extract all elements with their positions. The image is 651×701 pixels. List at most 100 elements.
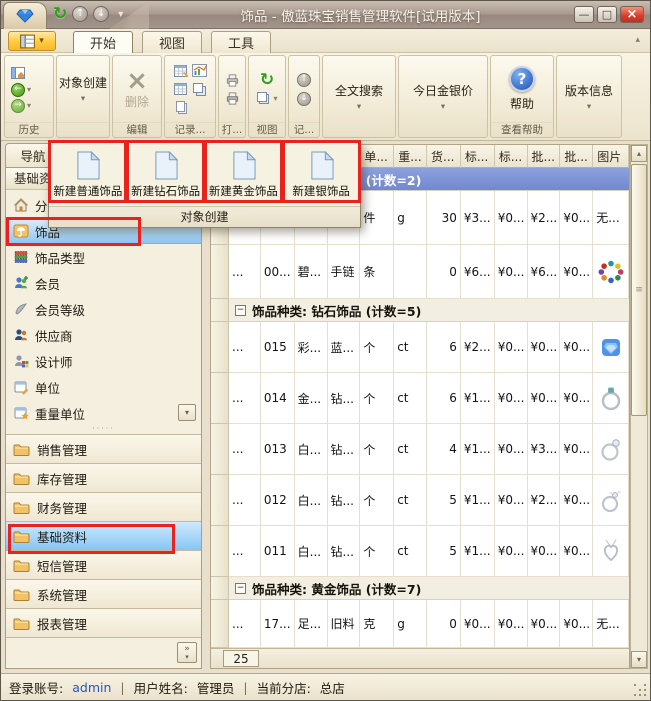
sidebar-splitter[interactable]: ····· (6, 426, 201, 434)
sidebar-group-sms[interactable]: 短信管理 (6, 550, 201, 579)
tab-view[interactable]: 视图 (142, 31, 202, 53)
version-info-button[interactable]: 版本信息 ▾ (557, 56, 621, 137)
table-row[interactable]: ...013白...钻...个ct4¥1...¥0...¥3...¥0... (211, 424, 629, 475)
folder-icon (13, 443, 30, 456)
sidebar-group-sales[interactable]: 销售管理 (6, 434, 201, 463)
collapse-icon[interactable]: − (235, 305, 246, 316)
vertical-scrollbar[interactable]: ▴ ≡ ▾ (630, 144, 648, 669)
layout-icon (256, 91, 271, 106)
object-create-button[interactable]: 对象创建 ▾ (57, 56, 109, 122)
annotation-box-jewelry-item (6, 217, 141, 246)
pages-icon[interactable] (174, 100, 189, 115)
record-up-icon[interactable]: ↑ (297, 73, 311, 87)
annotation-box-new-gold (204, 140, 283, 203)
sidebar-item-label: 设计师 (35, 352, 73, 371)
layout-button[interactable]: ▾ (254, 90, 279, 107)
group-label-create (57, 122, 109, 137)
gold-price-button[interactable]: 今日金银价 ▾ (399, 56, 487, 137)
back-button[interactable]: ← ▾ (9, 82, 33, 98)
ribbon-group-record: 记录... (164, 55, 216, 138)
printer-icon[interactable] (225, 91, 240, 106)
types-icon (13, 249, 29, 265)
group-label-rec2: 记... (289, 122, 319, 137)
maximize-button[interactable]: □ (597, 6, 617, 23)
window-controls: — □ × (574, 6, 644, 23)
sidebar-group-finance[interactable]: 财务管理 (6, 492, 201, 521)
print-preview-icon[interactable] (225, 73, 240, 88)
collapse-ribbon-icon[interactable]: ▴ (635, 35, 640, 45)
ribbon-group-rec2: ↑ ↓ 记... (288, 55, 320, 138)
refresh-view-icon[interactable]: ↻ (260, 72, 274, 88)
home-window-button[interactable] (9, 65, 28, 82)
sidebar-more-button[interactable]: » ▾ (177, 642, 197, 663)
chevron-down-icon[interactable]: ▾ (27, 101, 31, 110)
tab-tools[interactable]: 工具 (211, 31, 271, 53)
forward-button[interactable]: → ▾ (9, 98, 33, 114)
chevron-down-icon[interactable]: ▾ (27, 85, 31, 94)
copy-icon[interactable] (192, 82, 207, 97)
table-row[interactable]: ...015彩...蓝...个ct6¥2...¥0...¥0...¥0... (211, 322, 629, 373)
down-circle-icon[interactable]: ↓ (93, 6, 109, 22)
sidebar-item-weight-unit[interactable]: 重量单位 ▾ (6, 400, 201, 426)
sidebar-item-jewelry-type[interactable]: 饰品类型 (6, 244, 201, 270)
fulltext-search-button[interactable]: 全文搜索 ▾ (323, 56, 395, 137)
up-circle-icon[interactable]: ↑ (72, 6, 88, 22)
column-header[interactable]: 标... (461, 145, 495, 168)
sidebar-group-inventory[interactable]: 库存管理 (6, 463, 201, 492)
table-row[interactable]: ...17...足...旧料克g0¥0...¥0...¥0...¥0...无..… (211, 600, 629, 648)
ribbon-group-edit: × 删除 编辑 (112, 55, 162, 138)
blue-gem-image (598, 334, 624, 360)
collapse-icon[interactable]: − (235, 583, 246, 594)
scroll-down-button[interactable]: ▾ (631, 651, 647, 668)
refresh-icon[interactable]: ↻ (53, 4, 67, 24)
sidebar-group-system[interactable]: 系统管理 (6, 579, 201, 608)
qat-dropdown-icon[interactable]: ▾ (118, 9, 123, 20)
scrollbar-thumb[interactable]: ≡ (631, 164, 647, 416)
column-header[interactable]: 标... (495, 145, 528, 168)
chevron-down-icon: ▾ (39, 36, 44, 46)
grid-edit-icon[interactable] (174, 82, 189, 97)
diamond-icon (16, 9, 34, 23)
column-header[interactable]: 批... (560, 145, 593, 168)
tab-home[interactable]: 开始 (73, 31, 133, 53)
member-icon (13, 275, 29, 291)
app-logo-tab[interactable] (3, 2, 47, 29)
close-button[interactable]: × (620, 6, 644, 23)
sidebar-item-designer[interactable]: 设计师 (6, 348, 201, 374)
table-row[interactable]: ...014金...钻...个ct6¥1...¥0...¥0...¥0... (211, 373, 629, 424)
column-header[interactable]: 单... (360, 145, 394, 168)
column-header[interactable]: 货... (427, 145, 461, 168)
ribbon-group-view: ↻ ▾ 视图 (248, 55, 286, 138)
sidebar-item-supplier[interactable]: 供应商 (6, 322, 201, 348)
weight-unit-icon (13, 405, 29, 421)
column-header[interactable]: 图片 (593, 145, 629, 168)
app-menu-button[interactable]: ▾ (8, 31, 56, 51)
table-row[interactable]: ...00...碧...手链条0¥6...¥0...¥6...¥0... (211, 245, 629, 299)
help-button[interactable]: ? 帮助 (491, 56, 553, 122)
chevron-down-icon: ▾ (273, 94, 277, 103)
chevron-down-icon: ▾ (587, 102, 591, 112)
delete-x-icon: × (126, 69, 148, 93)
sidebar-item-member[interactable]: 会员 (6, 270, 201, 296)
grid-new-icon[interactable] (174, 64, 189, 79)
column-header[interactable]: 重... (394, 145, 427, 168)
group-row-label: 饰品种类: 黄金饰品 (计数=7) (252, 579, 421, 598)
column-header[interactable]: 批... (528, 145, 561, 168)
sidebar-item-label: 重量单位 (35, 404, 85, 423)
sidebar-overflow-button[interactable]: ▾ (178, 404, 196, 421)
table-group-row[interactable]: −饰品种类: 黄金饰品 (计数=7) (211, 577, 629, 600)
scroll-up-button[interactable]: ▴ (631, 145, 647, 162)
chart-icon[interactable] (192, 64, 207, 79)
sidebar-group-report[interactable]: 报表管理 (6, 608, 201, 637)
resize-grip[interactable] (634, 684, 646, 696)
table-group-row[interactable]: −饰品种类: 钻石饰品 (计数=5) (211, 299, 629, 322)
delete-button[interactable]: × 删除 (113, 56, 161, 122)
table-row[interactable]: ...011白...钻...个ct5¥1...¥0...¥0...¥0... (211, 526, 629, 577)
minimize-button[interactable]: — (574, 6, 594, 23)
sidebar-group-label: 库存管理 (37, 469, 87, 488)
window-title: 饰品 - 傲蓝珠宝销售管理软件[试用版本] (161, 1, 560, 29)
table-row[interactable]: ...012白...钻...个ct5¥1...¥0...¥2...¥0... (211, 475, 629, 526)
record-down-icon[interactable]: ↓ (297, 92, 311, 106)
sidebar-item-member-level[interactable]: 会员等级 (6, 296, 201, 322)
sidebar-item-unit[interactable]: 单位 (6, 374, 201, 400)
